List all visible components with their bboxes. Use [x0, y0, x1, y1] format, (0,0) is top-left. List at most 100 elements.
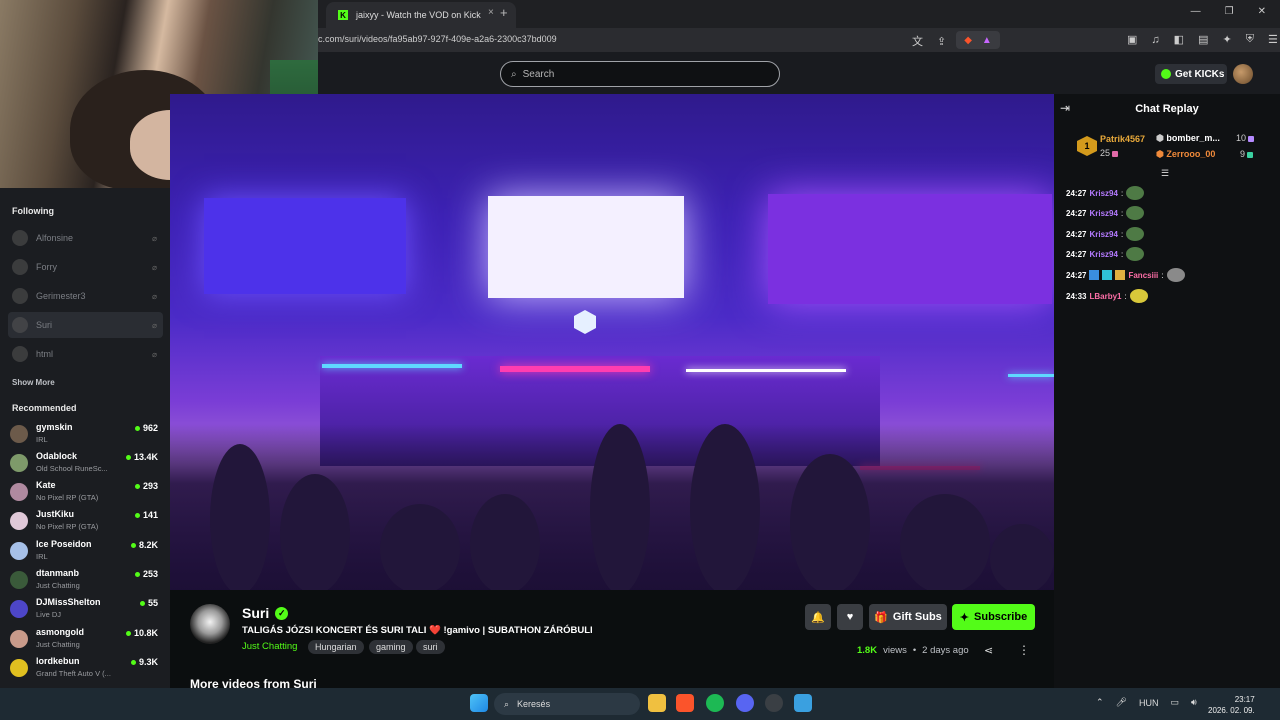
- language-indicator[interactable]: HUN: [1139, 698, 1159, 708]
- obs-icon[interactable]: [765, 694, 783, 712]
- sidebar-item-odablock[interactable]: Odablock Old School RuneSc... 13.4K: [10, 450, 162, 478]
- leo-ai-icon[interactable]: ✦: [1222, 33, 1231, 46]
- leaderboard-user[interactable]: Patrik4567: [1100, 134, 1145, 144]
- chat-message: 24:27 Krisz94:: [1066, 205, 1145, 221]
- channel-category: Just Chatting: [36, 640, 80, 649]
- tag-suri[interactable]: suri: [416, 640, 445, 654]
- sidebar: Following Alfonsine ⌀ Forry ⌀ Gerimester…: [0, 188, 170, 688]
- colon: :: [1120, 208, 1124, 218]
- tab-close-icon[interactable]: ×: [488, 7, 494, 18]
- sidebar-item-djmissshelton[interactable]: DJMissShelton Live DJ 55: [10, 596, 162, 624]
- share-page-icon[interactable]: ⇪: [937, 35, 946, 48]
- brave-browser-icon[interactable]: [676, 694, 694, 712]
- chat-message: 24:33 LBarby1:: [1066, 288, 1148, 304]
- translate-icon[interactable]: 文: [912, 33, 923, 49]
- chevron-up-icon[interactable]: ⌃: [1096, 697, 1104, 708]
- tag-gaming[interactable]: gaming: [369, 640, 413, 654]
- sidebar-item-lordkebun[interactable]: lordkebun Grand Theft Auto V (... 9.3K: [10, 655, 162, 683]
- new-tab-button[interactable]: +: [500, 5, 508, 20]
- url-field[interactable]: c.com/suri/videos/fa95ab97-927f-409e-a2a…: [318, 34, 557, 44]
- discord-icon[interactable]: [736, 694, 754, 712]
- sidebar-item-kate[interactable]: Kate No Pixel RP (GTA) 293: [10, 479, 162, 507]
- viewer-count: 10.8K: [125, 628, 158, 638]
- brave-shields[interactable]: ◆ ▲: [956, 31, 1000, 49]
- gift-subs-button[interactable]: 🎁 Gift Subs: [869, 604, 947, 630]
- leaderboard-user[interactable]: ⬢ bomber_m...: [1156, 133, 1220, 144]
- network-icon[interactable]: ▭: [1170, 697, 1179, 708]
- sidebar-item-suri[interactable]: Suri ⌀: [8, 312, 163, 338]
- sidebar-item-alfonsine[interactable]: Alfonsine ⌀: [8, 225, 163, 251]
- offline-icon: ⌀: [152, 262, 157, 272]
- media-icon[interactable]: ♫: [1151, 34, 1159, 46]
- subscribe-button[interactable]: ✦ Subscribe: [952, 604, 1035, 630]
- search-input[interactable]: ⌕ Search: [500, 61, 780, 87]
- minimize-button[interactable]: —: [1191, 6, 1201, 17]
- leaderboard-count: 10: [1236, 133, 1247, 143]
- sidebar-item-gymskin[interactable]: gymskin IRL 962: [10, 421, 162, 449]
- user-avatar[interactable]: [1233, 64, 1253, 84]
- streamer-name[interactable]: Suri ✓: [242, 605, 289, 621]
- kicks-coin-icon: [1161, 69, 1171, 79]
- leaderboard-user[interactable]: ⬢ Zerrooo_00: [1156, 149, 1215, 160]
- maximize-button[interactable]: ❐: [1225, 6, 1234, 17]
- vpn-icon[interactable]: ⛨: [1246, 33, 1254, 46]
- more-options-icon[interactable]: ⋮: [1018, 643, 1030, 657]
- pepe-emote-icon: [1126, 227, 1145, 241]
- viewers-value: 13.4K: [133, 452, 158, 462]
- tag-hungarian[interactable]: Hungarian: [308, 640, 364, 654]
- channel-name: lordkebun: [36, 656, 80, 666]
- volume-icon[interactable]: 🔊︎: [1191, 697, 1197, 708]
- avatar: [12, 317, 28, 333]
- video-player[interactable]: [170, 94, 1054, 590]
- message-user[interactable]: Krisz94: [1089, 209, 1117, 218]
- file-explorer-icon[interactable]: [648, 694, 666, 712]
- message-user[interactable]: Krisz94: [1089, 230, 1117, 239]
- channel-category: Just Chatting: [36, 581, 80, 590]
- viewers-value: 9.3K: [138, 657, 158, 667]
- channel-name: Forry: [36, 262, 57, 272]
- follow-button[interactable]: ♥: [837, 604, 863, 630]
- rank-icon: ⬢: [1156, 149, 1164, 159]
- menu-icon[interactable]: ☰: [1268, 33, 1278, 46]
- microphone-icon[interactable]: 🎤︎: [1116, 697, 1127, 708]
- photos-icon[interactable]: [794, 694, 812, 712]
- channel-category: Grand Theft Auto V (...: [36, 669, 111, 678]
- offline-icon: ⌀: [152, 349, 157, 359]
- sidebar-item-justkiku[interactable]: JustKiku No Pixel RP (GTA) 141: [10, 508, 162, 536]
- sidebar-item-asmongold[interactable]: asmongold Just Chatting 10.8K: [10, 626, 162, 654]
- message-user[interactable]: Krisz94: [1089, 189, 1117, 198]
- sidebar-item-forry[interactable]: Forry ⌀: [8, 254, 163, 280]
- reader-mode-icon[interactable]: ▣: [1127, 33, 1137, 46]
- heart-icon: ♥: [846, 611, 854, 623]
- sidebar-item-ice-poseidon[interactable]: Ice Poseidon IRL 8.2K: [10, 538, 162, 566]
- channel-name: Kate: [36, 480, 56, 490]
- windows-start-icon[interactable]: [470, 694, 488, 712]
- message-user[interactable]: Krisz94: [1089, 250, 1117, 259]
- colon: :: [1120, 249, 1124, 259]
- channel-name: Alfonsine: [36, 233, 74, 243]
- spotify-icon[interactable]: [706, 694, 724, 712]
- browser-toolbar: ▣ ♫ ◧ ▤ ✦ ⛨ ☰: [1127, 33, 1278, 46]
- taskbar: [0, 688, 1280, 720]
- message-user[interactable]: LBarby1: [1089, 292, 1121, 301]
- notification-bell-button[interactable]: 🔔: [805, 604, 831, 630]
- taskbar-clock[interactable]: 23:17 2026. 02. 09.: [1208, 694, 1255, 716]
- taskbar-search[interactable]: ⌕ Keresés: [494, 693, 640, 715]
- sidebar-item-html[interactable]: html ⌀: [8, 341, 163, 367]
- expand-leaderboard-icon[interactable]: ☰: [1161, 168, 1169, 179]
- share-icon[interactable]: ⋖: [984, 644, 993, 657]
- sidebar-toggle-icon[interactable]: ◧: [1174, 33, 1184, 46]
- streamer-avatar[interactable]: [190, 604, 230, 644]
- get-kicks-button[interactable]: Get KICKs: [1155, 64, 1227, 84]
- brave-rewards-icon: ▲: [981, 34, 992, 46]
- rank-icon: ⬢: [1156, 133, 1164, 143]
- sidebar-item-dtanmanb[interactable]: dtanmanb Just Chatting 253: [10, 567, 162, 595]
- show-more-link[interactable]: Show More: [12, 378, 55, 387]
- category-link[interactable]: Just Chatting: [242, 641, 297, 652]
- message-user[interactable]: Fancsiii: [1128, 271, 1158, 280]
- close-window-button[interactable]: ✕: [1258, 6, 1266, 17]
- search-icon: ⌕: [504, 698, 510, 709]
- wallet-icon[interactable]: ▤: [1198, 33, 1208, 46]
- avatar: [10, 512, 28, 530]
- sidebar-item-gerimester3[interactable]: Gerimester3 ⌀: [8, 283, 163, 309]
